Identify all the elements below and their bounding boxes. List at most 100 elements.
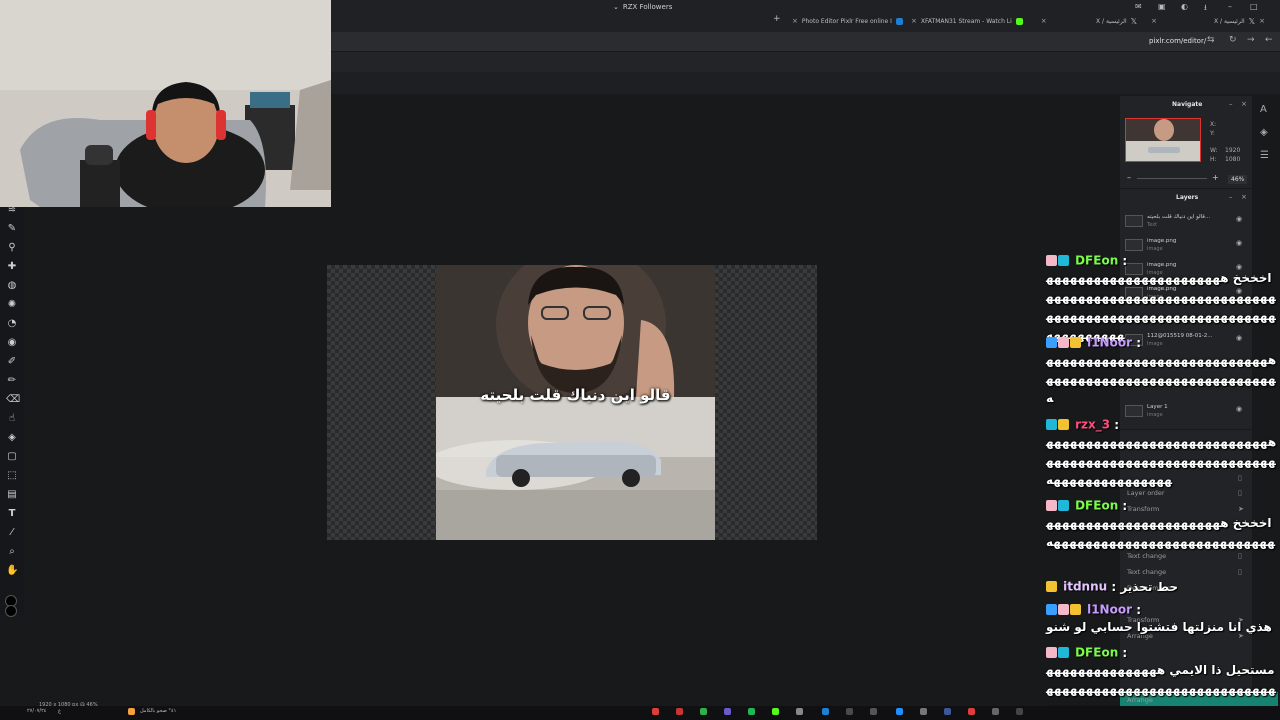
chat-message: itdnnu : حط تحذير	[1046, 576, 1278, 597]
taskbar-app-icon[interactable]	[822, 708, 829, 715]
tab-label: X / الرئيسية	[1096, 17, 1127, 25]
eye-icon[interactable]: ◉	[1236, 239, 1242, 247]
reload-icon[interactable]: ↻	[1229, 35, 1237, 45]
width-label: W:	[1210, 147, 1218, 154]
draw-icon[interactable]: ✏	[6, 375, 18, 387]
new-tab-button[interactable]: +	[773, 14, 781, 24]
chat-badges	[1046, 254, 1070, 267]
chat-username[interactable]: rzx_3	[1075, 418, 1110, 432]
forward-icon[interactable]: →	[1247, 35, 1255, 45]
taskbar-app-icon[interactable]	[968, 708, 975, 715]
taskbar-app-icon[interactable]	[992, 708, 999, 715]
close-icon[interactable]: ×	[1241, 100, 1247, 108]
chat-username[interactable]: DFEon	[1075, 499, 1118, 513]
chat-username[interactable]: DFEon	[1075, 254, 1118, 268]
chat-message: l1Noor : هذي انا منزلتها فتشتوا حسابي لو…	[1046, 599, 1278, 637]
chat-text: هههههههههههههههههههههههههههههههههههههههه…	[1046, 435, 1277, 487]
taskbar-app-icon[interactable]	[652, 708, 659, 715]
taskbar-app-icon[interactable]	[724, 708, 731, 715]
tab-x-home-1[interactable]: X / الرئيسية 𝕏 ×	[1096, 14, 1157, 28]
taskbar-app-icon[interactable]	[700, 708, 707, 715]
meme-caption-text[interactable]: قالو اين دنياك قلت بلحيته	[436, 386, 715, 404]
x-logo-icon: 𝕏	[1130, 16, 1138, 26]
x-logo-icon: 𝕏	[1248, 16, 1256, 26]
chat-username[interactable]: itdnnu	[1063, 580, 1107, 594]
zoom-in-button[interactable]: +	[1212, 173, 1219, 182]
chat-username[interactable]: l1Noor	[1087, 603, 1132, 617]
taskbar-app-icon[interactable]	[846, 708, 853, 715]
taskbar-app-icon[interactable]	[748, 708, 755, 715]
eye-icon[interactable]: ◉	[1236, 215, 1242, 223]
close-icon[interactable]: ×	[792, 17, 798, 25]
fill-icon[interactable]: ◈	[6, 432, 18, 444]
tune-icon[interactable]: ⇆	[1207, 35, 1215, 45]
mail-icon[interactable]: ✉	[1135, 2, 1142, 11]
close-icon[interactable]: ×	[1241, 193, 1247, 201]
chat-username[interactable]: l1Noor	[1087, 336, 1132, 350]
eraser-icon[interactable]: ⌫	[6, 394, 20, 406]
chat-separator: :	[1118, 254, 1128, 268]
download-icon[interactable]: ⭳	[1204, 2, 1207, 16]
background-color-swatch[interactable]	[5, 605, 17, 617]
brush-icon[interactable]: ✎	[6, 223, 18, 235]
close-icon[interactable]: ×	[1151, 17, 1157, 25]
taskbar-app-icon[interactable]	[870, 708, 877, 715]
properties-icon[interactable]: ☰	[1260, 150, 1269, 161]
zoom-slider[interactable]	[1137, 178, 1207, 179]
sponge-icon[interactable]: ✺	[6, 299, 18, 311]
windows-taskbar	[0, 706, 1280, 720]
layers-panel-title: Layers	[1176, 194, 1199, 201]
taskbar-app-icon[interactable]	[920, 708, 927, 715]
url-text[interactable]: pixlr.com/editor/	[1149, 37, 1206, 45]
clone-icon[interactable]: ▤	[6, 489, 18, 501]
pencil-icon[interactable]: ✐	[6, 356, 18, 368]
taskbar-app-icon[interactable]	[944, 708, 951, 715]
taskbar-app-icon[interactable]	[896, 708, 903, 715]
minimize-icon[interactable]: –	[1228, 2, 1232, 11]
shape-icon[interactable]: ▢	[6, 451, 18, 463]
transform-icon[interactable]: ⬚	[6, 470, 18, 482]
crown-badge-icon	[1070, 603, 1081, 615]
taskbar-app-icon[interactable]	[772, 708, 779, 715]
close-icon[interactable]: ×	[1041, 17, 1047, 25]
zoom-icon[interactable]: ⌕	[6, 546, 18, 558]
taskbar-date[interactable]: ٢٧/٠٧/٢٤	[27, 708, 46, 714]
heal-icon[interactable]: ✚	[6, 261, 18, 273]
taskbar-language[interactable]: ع	[58, 708, 61, 714]
taskbar-weather[interactable]: ٤١° صحو بالكامل	[140, 708, 176, 714]
chat-username[interactable]: DFEon	[1075, 646, 1118, 660]
weather-icon	[128, 708, 135, 715]
layer-row[interactable]: قالو اين دنياك قلت بلحيته... Text ◉	[1120, 211, 1252, 234]
adjust-icon[interactable]: A	[1260, 104, 1267, 115]
crown-badge-icon	[1046, 580, 1057, 592]
window-icon[interactable]: ▣	[1158, 2, 1166, 11]
tab-kick-stream[interactable]: × XFATMAN31 Stream - Watch Li ×	[911, 14, 1047, 28]
chevron-down-icon[interactable]: ⌄	[613, 3, 619, 11]
layers-icon[interactable]: ◈	[1260, 127, 1268, 138]
back-icon[interactable]: ←	[1265, 35, 1273, 45]
maximize-icon[interactable]: □	[1250, 2, 1258, 11]
zoom-value[interactable]: 46%	[1228, 175, 1248, 184]
globe-icon[interactable]: ◍	[6, 280, 18, 292]
taskbar-app-icon[interactable]	[676, 708, 683, 715]
taskbar-app-icon[interactable]	[796, 708, 803, 715]
hand-icon[interactable]: ✋	[6, 565, 18, 577]
stamp-icon[interactable]: ⚲	[6, 242, 18, 254]
eyedropper-icon[interactable]: ⁄	[6, 527, 18, 539]
extensions-icon[interactable]: ◐	[1181, 2, 1188, 11]
streamer-webcam-image	[0, 0, 331, 207]
close-icon[interactable]: ×	[1259, 17, 1265, 25]
zoom-out-button[interactable]: –	[1127, 173, 1131, 182]
emote-badge-icon	[1046, 646, 1057, 658]
minimize-icon[interactable]: –	[1229, 100, 1233, 108]
dodge-icon[interactable]: ◔	[6, 318, 18, 330]
smudge-icon[interactable]: ☝	[6, 413, 18, 425]
navigator-thumbnail[interactable]	[1125, 118, 1201, 162]
close-icon[interactable]: ×	[911, 17, 917, 25]
tab-x-home-2[interactable]: X / الرئيسية 𝕏 ×	[1214, 14, 1265, 28]
text-tool-icon[interactable]: T	[6, 508, 18, 520]
taskbar-app-icon[interactable]	[1016, 708, 1023, 715]
tab-pixlr[interactable]: × Photo Editor Pixlr Free online I	[792, 14, 903, 28]
blur-icon[interactable]: ◉	[6, 337, 18, 349]
minimize-icon[interactable]: –	[1229, 193, 1233, 201]
